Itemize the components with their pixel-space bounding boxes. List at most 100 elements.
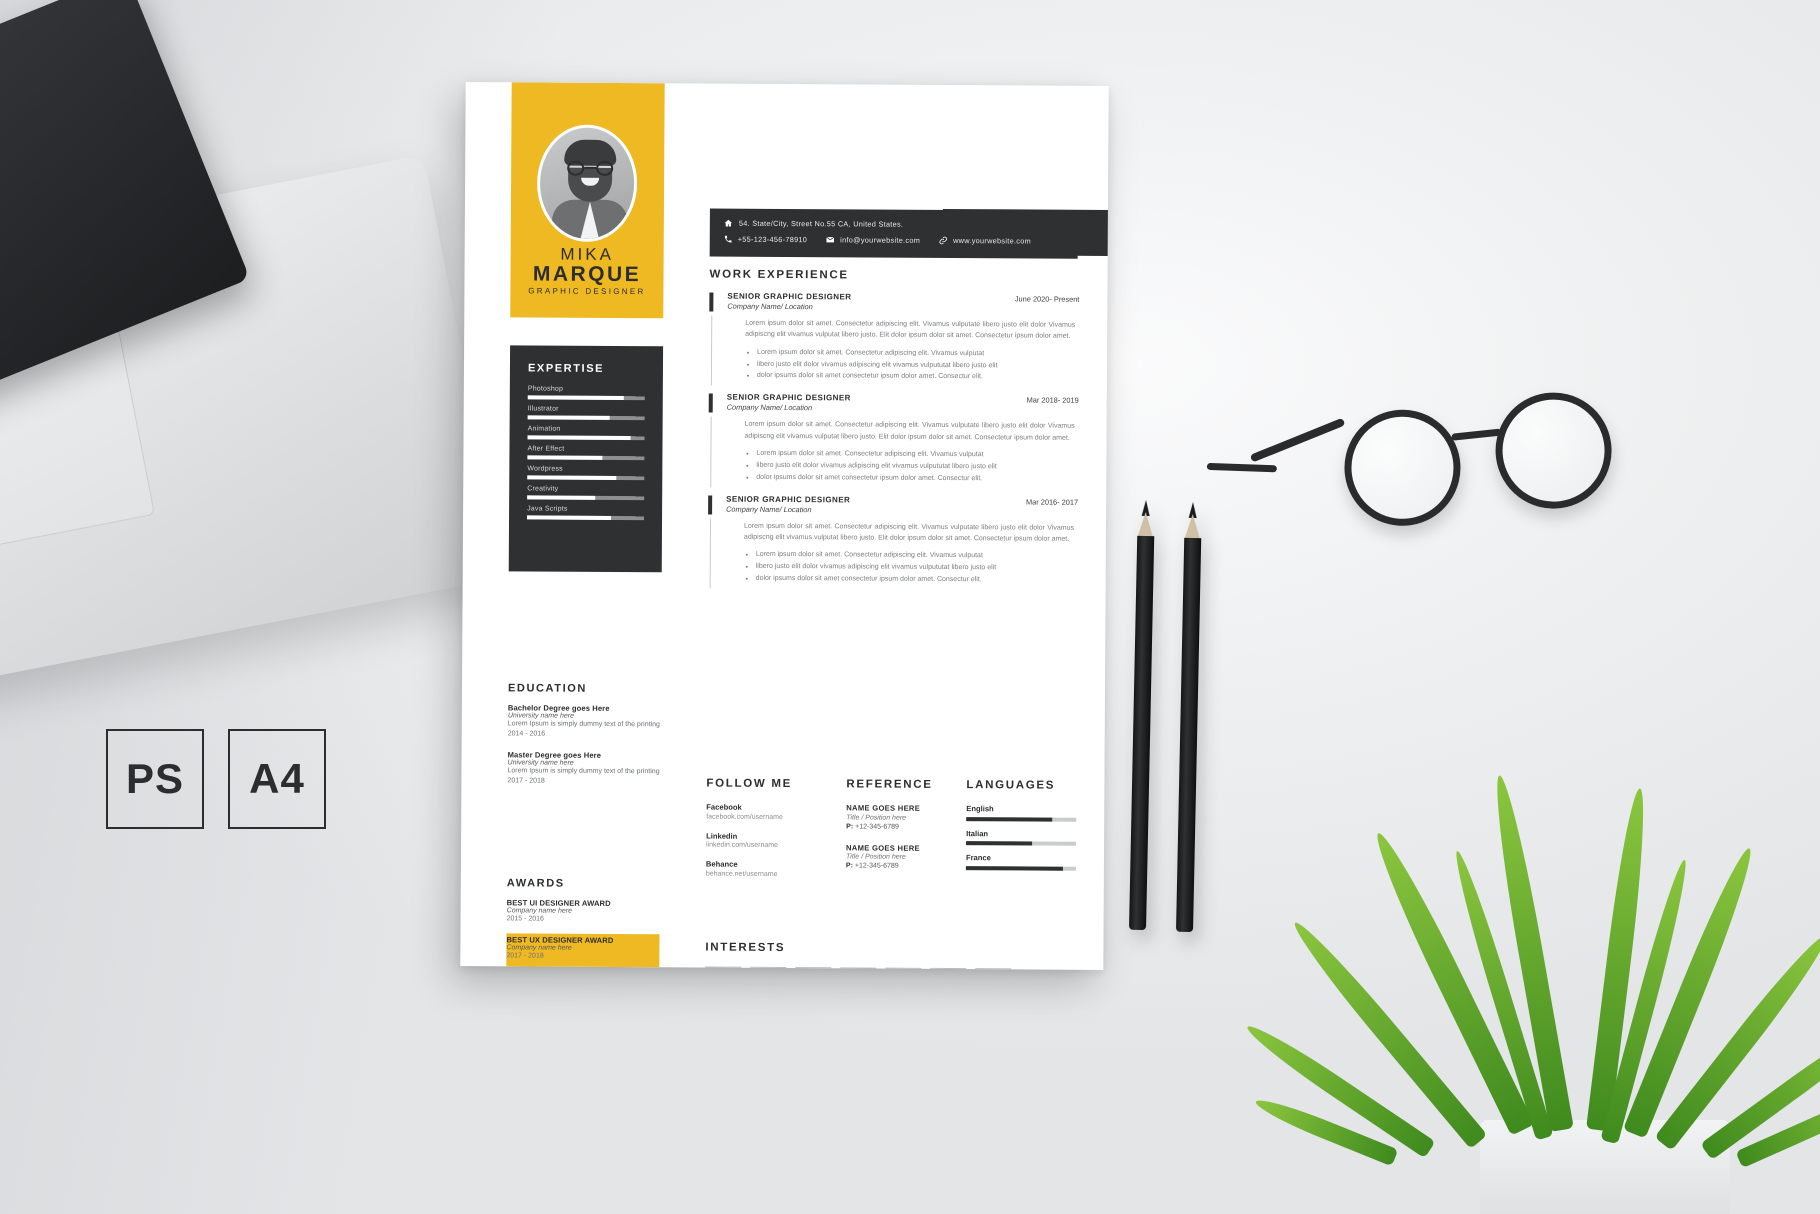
skills-list: Photoshop Illustrator Animation After Effec…: [527, 385, 645, 521]
language-bar: [966, 841, 1077, 846]
job-bullets: Lorem ipsum dolor sit amet. Consectetur …: [757, 346, 1079, 384]
skill-bar-fill: [527, 435, 631, 441]
skill-item: After Effect: [527, 445, 645, 461]
jobs-list: SENIOR GRAPHIC DESIGNER Company Name/ Loc…: [708, 292, 1080, 589]
work-experience-section: WORK EXPERIENCE SENIOR GRAPHIC DESIGNER C…: [708, 269, 1080, 589]
social-item[interactable]: Facebook facebook.com/username: [706, 803, 846, 821]
job-tick: [708, 495, 713, 515]
skill-item: Creativity: [527, 485, 645, 501]
entry-years: 2017 - 2018: [506, 952, 544, 960]
phone-icon: [724, 235, 732, 243]
social-url: linkedin.com/username: [706, 841, 779, 849]
skill-bar: [527, 455, 645, 461]
list-item: BEST UX DESIGNER AWARD Company name here 2…: [506, 935, 681, 962]
reference-heading: REFERENCE: [846, 778, 933, 791]
reference-title: Title / Position here: [846, 813, 907, 822]
language-name: English: [966, 804, 994, 814]
list-item: BEST UI DESIGNER AWARD Company name here 2…: [507, 898, 682, 925]
reference-item: NAME GOES HERE Title / Position here P: +1…: [846, 843, 966, 870]
contact-phone[interactable]: +55-123-456-78910: [738, 235, 807, 244]
language-item: English: [966, 804, 1077, 822]
job-bullets: Lorem ipsum dolor sit amet. Consectetur …: [756, 549, 1078, 587]
skill-bar: [527, 395, 645, 401]
interests-section: INTERESTS: [705, 942, 1075, 970]
skill-item: Illustrator: [527, 405, 645, 421]
skill-item: Java Scripts: [527, 505, 645, 521]
education-section: EDUCATION Bachelor Degree goes Here Unive…: [507, 682, 683, 798]
awards-heading: AWARDS: [506, 877, 565, 890]
home-icon: [724, 219, 733, 227]
contact-email[interactable]: info@yourwebsite.com: [840, 235, 920, 244]
skill-bar-fill: [527, 475, 617, 480]
job-bullets: Lorem ipsum dolor sit amet. Consectetur …: [756, 448, 1078, 486]
job-bullet: dolor ipsums dolor sit amet consectetur …: [756, 472, 1078, 486]
education-list: Bachelor Degree goes Here University name…: [507, 703, 683, 787]
list-item: Master Degree goes Here University name h…: [507, 750, 682, 787]
reference-list: NAME GOES HERE Title / Position here P: +1…: [846, 803, 966, 870]
expertise-section: EXPERTISE Photoshop Illustrator Animation A…: [508, 345, 664, 573]
expertise-heading: EXPERTISE: [527, 362, 605, 375]
contact-website[interactable]: www.yourwebsite.com: [953, 236, 1031, 245]
a4-badge: A4: [228, 729, 326, 829]
bottom-columns: FOLLOW ME Facebook facebook.com/username L…: [706, 778, 1077, 891]
job-entry: SENIOR GRAPHIC DESIGNER Company Name/ Loc…: [708, 494, 1079, 589]
language-name: Italian: [966, 828, 989, 838]
job-date: June 2020- Present: [1014, 294, 1080, 304]
list-item: Bachelor Degree goes Here University name…: [508, 703, 683, 740]
skill-label: Java Scripts: [527, 505, 568, 513]
job-timeline: [709, 518, 711, 589]
resume-document: MIKA MARQUE GRAPHIC DESIGNER 54. State/C…: [460, 82, 1109, 970]
skill-bar: [527, 515, 645, 521]
skill-label: Creativity: [527, 485, 559, 493]
avatar: [536, 124, 638, 243]
job-entry: SENIOR GRAPHIC DESIGNER Company Name/ Loc…: [708, 393, 1079, 488]
reference-phone: P: +12-345-6789: [845, 862, 899, 870]
profile-last-name: MARQUE: [532, 262, 642, 287]
skill-label: Photoshop: [527, 385, 564, 393]
skill-label: Animation: [527, 425, 561, 433]
job-bullet: dolor ipsums dolor sit amet consectetur …: [757, 370, 1079, 384]
awards-list: BEST UI DESIGNER AWARD Company name here 2…: [506, 898, 681, 962]
skill-bar: [527, 415, 645, 421]
a4-badge-label: A4: [249, 755, 305, 802]
entry-years: 2014 - 2016: [507, 730, 546, 738]
job-tick: [709, 292, 714, 312]
interests-heading: INTERESTS: [705, 941, 786, 955]
profile-panel: MIKA MARQUE GRAPHIC DESIGNER: [510, 82, 665, 319]
entry-years: 2015 - 2016: [506, 915, 544, 923]
entry-years: 2017 - 2018: [507, 777, 545, 785]
job-date: Mar 2018- 2019: [1026, 395, 1079, 406]
job-paragraph: Lorem ipsum dolor sit amet. Consectetur …: [744, 421, 1075, 442]
job-entry: SENIOR GRAPHIC DESIGNER Company Name/ Loc…: [709, 292, 1080, 386]
skill-label: Illustrator: [527, 405, 559, 413]
reference-phone: P: +12-345-6789: [846, 822, 899, 831]
social-network: Behance: [705, 859, 738, 869]
reference-name: NAME GOES HERE: [846, 842, 920, 853]
mail-icon: [826, 236, 835, 243]
ps-badge: PS: [106, 729, 204, 829]
job-bullet: dolor ipsums dolor sit amet consectetur …: [756, 573, 1078, 587]
job-date: Mar 2016- 2017: [1025, 497, 1079, 507]
reference-title: Title / Position here: [845, 853, 906, 861]
contact-address: 54. State/City, Street No.55 CA, United …: [738, 218, 904, 229]
glasses-lens-left: [1336, 402, 1468, 534]
social-url: behance.net/username: [705, 870, 778, 878]
profile-role: GRAPHIC DESIGNER: [528, 286, 646, 297]
social-item[interactable]: Linkedin linkedin.com/username: [706, 831, 846, 849]
link-icon: [939, 236, 948, 245]
social-network: Linkedin: [706, 831, 738, 841]
skill-bar-fill: [527, 415, 610, 420]
skill-label: Wordpress: [527, 465, 563, 473]
social-item[interactable]: Behance behance.net/username: [706, 860, 846, 878]
skill-bar-fill: [527, 395, 624, 401]
follow-me-heading: FOLLOW ME: [706, 777, 793, 791]
reference-section: REFERENCE NAME GOES HERE Title / Position…: [846, 778, 967, 889]
skill-label: After Effect: [527, 445, 565, 453]
language-bar-fill: [966, 816, 1053, 822]
social-list: Facebook facebook.com/username Linkedin lin…: [706, 803, 846, 878]
glasses-bridge: [1451, 428, 1502, 441]
language-bar: [966, 816, 1077, 822]
languages-heading: LANGUAGES: [966, 779, 1056, 792]
language-bar-fill: [966, 841, 1033, 846]
language-name: France: [965, 853, 991, 863]
